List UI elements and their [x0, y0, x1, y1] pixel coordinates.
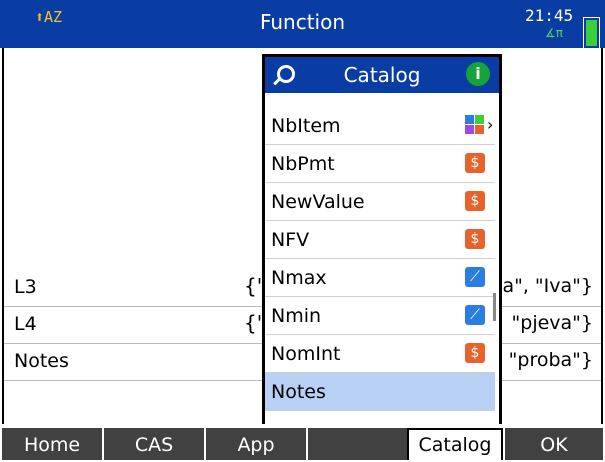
softkey-app[interactable]: App [206, 428, 306, 460]
catalog-title: Catalog [343, 63, 421, 87]
catalog-item[interactable]: NbItem › [265, 107, 495, 145]
softkey-home[interactable]: Home [2, 428, 102, 460]
finance-icon [465, 343, 485, 363]
catalog-item[interactable]: Nmin [265, 297, 495, 335]
battery-icon [584, 18, 599, 48]
catalog-item-label: Notes [271, 381, 326, 403]
finance-icon [465, 191, 485, 211]
catalog-item-label: NbPmt [271, 153, 335, 175]
catalog-item-label: Nmin [271, 305, 322, 327]
apps-icon [465, 115, 485, 135]
clock: 21:45 [525, 6, 574, 25]
angle-mode-indicator: ∡π [545, 26, 563, 40]
catalog-item-selected[interactable]: Notes [265, 373, 495, 411]
row-name: L4 [14, 313, 37, 335]
title-bar: ⬆AZ Function 21:45 ∡π [0, 0, 605, 48]
statistics-icon [465, 267, 485, 287]
catalog-item[interactable]: NFV [265, 221, 495, 259]
row-value: "pjeva"} [511, 312, 593, 334]
catalog-item-label: NewValue [271, 191, 365, 213]
page-title: Function [259, 10, 346, 34]
catalog-item[interactable]: NbPmt [265, 145, 495, 183]
info-icon[interactable]: i [466, 62, 490, 86]
row-name: L3 [14, 276, 37, 298]
finance-icon [465, 229, 485, 249]
softkey-cas[interactable]: CAS [104, 428, 204, 460]
row-value: a", "Iva"} [502, 275, 593, 297]
softkey-catalog[interactable]: Catalog [407, 428, 503, 460]
catalog-item[interactable]: NewValue [265, 183, 495, 221]
softkey-bar: Home CAS App Catalog OK [0, 424, 605, 460]
statistics-icon [465, 305, 485, 325]
softkey-ok[interactable]: OK [505, 428, 603, 460]
catalog-item-label: NbItem [271, 115, 341, 137]
row-value: "proba"} [508, 349, 593, 371]
row-name: Notes [14, 350, 69, 372]
finance-icon [465, 153, 485, 173]
catalog-item-label: Nmax [271, 267, 327, 289]
catalog-popup: Catalog i NbItem › NbPmt NewValue NFV Nm… [262, 54, 502, 442]
catalog-item-label: NomInt [271, 343, 341, 365]
softkey-blank[interactable] [308, 428, 408, 460]
catalog-item-label: NFV [271, 229, 310, 251]
catalog-item[interactable]: Nmax [265, 259, 495, 297]
scrollbar[interactable] [493, 293, 496, 321]
catalog-item[interactable]: NomInt [265, 335, 495, 373]
chevron-right-icon: › [487, 115, 494, 134]
catalog-header: Catalog i [265, 57, 499, 93]
